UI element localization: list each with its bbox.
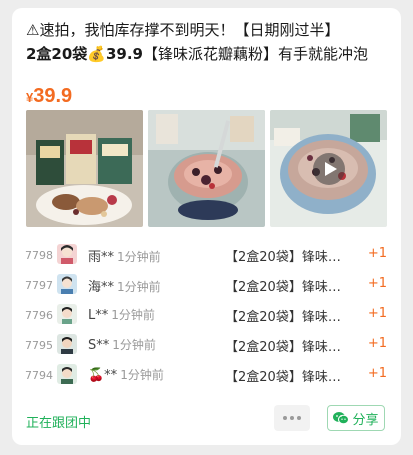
buyer-name: 🍒** 1分钟前 bbox=[88, 366, 164, 383]
more-button[interactable] bbox=[274, 405, 310, 431]
order-number: 7796 bbox=[25, 309, 53, 322]
order-time: 1分钟前 bbox=[117, 250, 161, 264]
order-product: 【2盒20袋】锋味派花瓣藕粉 bbox=[225, 250, 353, 265]
title-line-2: 2盒20袋💰39.9【锋味派花瓣藕粉】有手就能冲泡 bbox=[26, 42, 388, 66]
product-video[interactable] bbox=[270, 110, 387, 227]
play-icon[interactable] bbox=[313, 153, 345, 185]
order-time: 1分钟前 bbox=[111, 308, 155, 322]
title-price-tag: 2盒20袋💰39.9 bbox=[26, 45, 143, 63]
order-quantity: +1 bbox=[367, 306, 387, 321]
order-row[interactable]: 7796 L**1分钟前 【2盒20袋】锋味派花瓣藕粉 +1 bbox=[12, 304, 401, 334]
buyer-nickname: S** bbox=[88, 338, 110, 353]
avatar bbox=[57, 244, 77, 264]
avatar bbox=[57, 304, 77, 324]
buyer-name: 雨** 1分钟前 bbox=[88, 246, 161, 265]
order-time: 1分钟前 bbox=[112, 338, 156, 352]
avatar bbox=[57, 364, 77, 384]
share-button[interactable]: 分享 bbox=[327, 405, 385, 431]
order-row[interactable]: 7798 雨**1分钟前 【2盒20袋】锋味派花瓣藕粉 +1 bbox=[12, 244, 401, 274]
order-quantity: +1 bbox=[367, 336, 387, 351]
price: ¥39.9 bbox=[26, 85, 72, 108]
post-title[interactable]: ⚠速拍，我怕库存撑不到明天！【日期刚过半】 2盒20袋💰39.9【锋味派花瓣藕粉… bbox=[26, 18, 388, 66]
buyer-nickname: L** bbox=[88, 308, 109, 323]
order-number: 7797 bbox=[25, 279, 53, 292]
avatar bbox=[57, 334, 77, 354]
buyer-name: S** 1分钟前 bbox=[88, 336, 156, 353]
buyer-name: L** 1分钟前 bbox=[88, 306, 155, 323]
order-quantity: +1 bbox=[367, 366, 387, 381]
product-photo-bowl[interactable] bbox=[148, 110, 265, 227]
more-icon bbox=[283, 416, 287, 420]
order-product: 【2盒20袋】锋味派花瓣藕粉 bbox=[225, 310, 353, 325]
order-number: 7798 bbox=[25, 249, 53, 262]
order-row[interactable]: 7795 S**1分钟前 【2盒20袋】锋味派花瓣藕粉 +1 bbox=[12, 334, 401, 364]
order-product: 【2盒20袋】锋味派花瓣藕粉 bbox=[225, 370, 353, 385]
buyer-nickname: 雨** bbox=[88, 250, 115, 265]
order-product: 【2盒20袋】锋味派花瓣藕粉 bbox=[225, 280, 353, 295]
order-product: 【2盒20袋】锋味派花瓣藕粉 bbox=[225, 340, 353, 355]
buyer-nickname: 海** bbox=[88, 280, 115, 295]
order-quantity: +1 bbox=[367, 246, 387, 261]
buyer-nickname: 🍒** bbox=[88, 368, 118, 383]
group-status: 正在跟团中 bbox=[26, 416, 92, 431]
more-icon bbox=[297, 416, 301, 420]
title-line-1: ⚠速拍，我怕库存撑不到明天！【日期刚过半】 bbox=[26, 21, 340, 39]
wechat-icon bbox=[333, 412, 350, 425]
order-row[interactable]: 7797 海**1分钟前 【2盒20袋】锋味派花瓣藕粉 +1 bbox=[12, 274, 401, 304]
share-label: 分享 bbox=[352, 412, 379, 428]
order-time: 1分钟前 bbox=[120, 368, 164, 382]
price-amount: 39.9 bbox=[33, 85, 73, 107]
title-product: 【锋味派花瓣藕粉】有手就能冲泡 bbox=[143, 45, 369, 63]
order-number: 7794 bbox=[25, 369, 53, 382]
order-time: 1分钟前 bbox=[117, 280, 161, 294]
order-number: 7795 bbox=[25, 339, 53, 352]
order-row[interactable]: 7794 🍒**1分钟前 【2盒20袋】锋味派花瓣藕粉 +1 bbox=[12, 364, 401, 394]
buyer-name: 海** 1分钟前 bbox=[88, 276, 161, 295]
more-icon bbox=[290, 416, 294, 420]
group-buy-card[interactable]: ⚠速拍，我怕库存撑不到明天！【日期刚过半】 2盒20袋💰39.9【锋味派花瓣藕粉… bbox=[12, 8, 401, 445]
product-photo-boxes[interactable] bbox=[26, 110, 143, 227]
order-quantity: +1 bbox=[367, 276, 387, 291]
avatar bbox=[57, 274, 77, 294]
